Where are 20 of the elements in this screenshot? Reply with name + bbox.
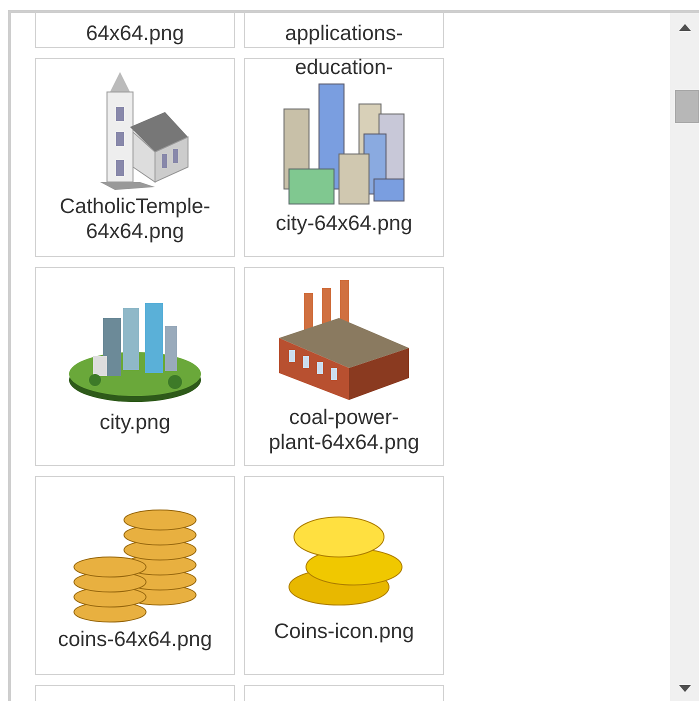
scroll-thumb[interactable] [675,90,699,123]
scroll-down-icon[interactable] [678,685,690,692]
file-name: coal-power-plant-64x64.png [268,405,420,455]
file-tile[interactable]: CatholicTemple-64x64.png [35,58,235,257]
file-name: Coins-icon.png [274,619,414,644]
file-name: applications- [285,21,403,46]
file-tile[interactable]: Coins-icon.png [244,476,444,675]
file-tile[interactable]: 64x64.png [35,13,235,48]
file-tile[interactable]: city.png [35,267,235,466]
scroll-up-icon[interactable] [678,24,690,31]
factory-icon [279,278,409,403]
file-tile[interactable]: coal-power-plant-64x64.png [244,267,444,466]
file-name: coins-64x64.png [58,626,212,652]
file-name: 64x64.png [86,21,184,46]
file-name: city-64x64.png [276,211,412,236]
scrollbar[interactable] [670,13,699,701]
file-name: city.png [100,410,170,435]
file-name: CatholicTemple-64x64.png [58,194,212,244]
file-name: education- [294,55,394,80]
file-tile[interactable]: coins-64x64.png [35,476,235,675]
